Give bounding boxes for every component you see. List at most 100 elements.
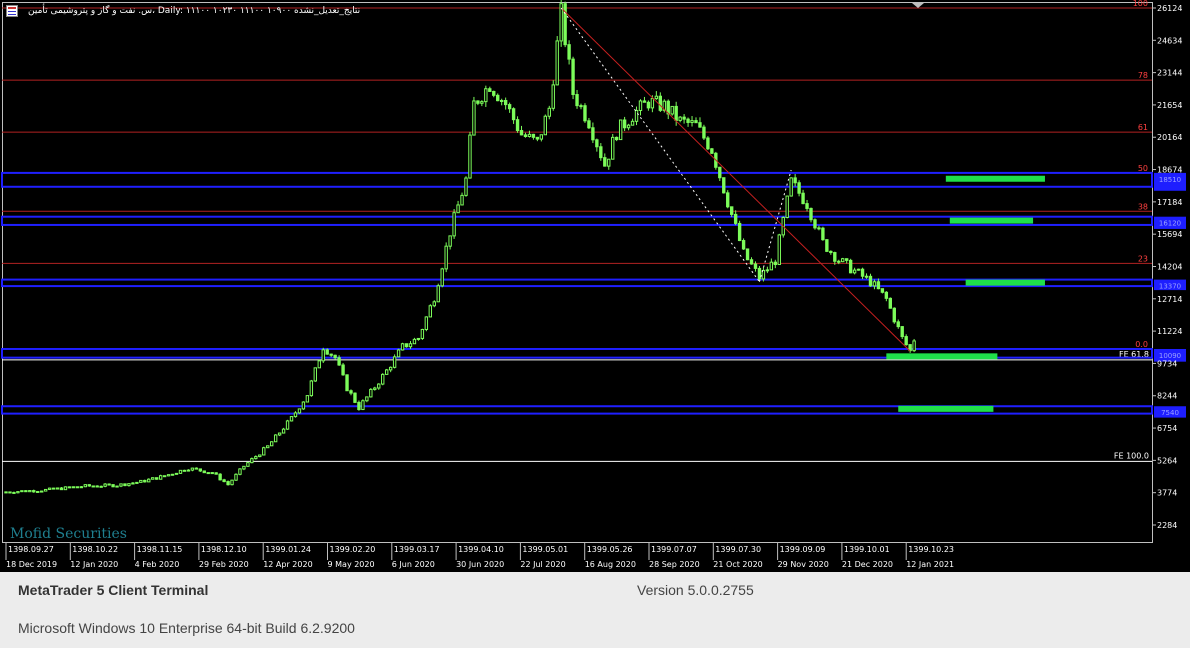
price-candle bbox=[420, 328, 425, 340]
y-axis-tick-label: 18674 bbox=[1157, 166, 1182, 175]
x-axis-shamsi-label: 1399.02.20 bbox=[330, 545, 376, 554]
price-candle bbox=[67, 486, 72, 489]
price-candle bbox=[155, 477, 159, 480]
price-candle bbox=[702, 124, 706, 140]
target-zone-bar bbox=[945, 175, 1045, 182]
y-axis-tick-label: 17184 bbox=[1157, 198, 1182, 207]
price-chart[interactable]: 100 78 61 50 38 23 0.0 FE 61.8 FE 100.0 18510 1612… bbox=[0, 0, 1190, 572]
price-candle bbox=[535, 136, 540, 142]
x-axis-date-label: 28 Sep 2020 bbox=[649, 560, 700, 569]
price-candle bbox=[658, 92, 662, 112]
price-candle bbox=[214, 472, 218, 475]
chart-window-icon[interactable] bbox=[6, 5, 18, 17]
price-candle bbox=[841, 257, 845, 263]
price-candle bbox=[456, 200, 460, 214]
zone-price-label: 7540 bbox=[1161, 409, 1179, 417]
price-candle bbox=[99, 485, 103, 488]
price-candle bbox=[726, 190, 730, 209]
trend-line bbox=[560, 7, 911, 352]
price-candle bbox=[258, 454, 262, 458]
price-candle bbox=[583, 103, 587, 123]
os-info: Microsoft Windows 10 Enterprise 64-bit B… bbox=[18, 620, 355, 636]
fib-level-label: 50 bbox=[1138, 164, 1148, 173]
price-candle bbox=[551, 80, 555, 111]
price-candle bbox=[626, 123, 631, 131]
target-zone-bar bbox=[949, 217, 1034, 224]
zone-price-label: 13370 bbox=[1159, 283, 1181, 291]
price-candle bbox=[59, 486, 64, 491]
price-candle bbox=[305, 395, 310, 403]
price-candle bbox=[559, 0, 563, 47]
price-candle bbox=[222, 478, 226, 483]
price-candle bbox=[848, 258, 853, 274]
price-candle bbox=[202, 470, 206, 474]
y-axis-tick-label: 2284 bbox=[1157, 521, 1177, 530]
price-candle bbox=[115, 485, 119, 488]
price-candle bbox=[845, 258, 849, 264]
price-candle bbox=[242, 465, 246, 471]
price-candle bbox=[158, 474, 163, 480]
x-axis-shamsi-label: 1399.05.26 bbox=[587, 545, 633, 554]
price-candle bbox=[266, 445, 270, 449]
fib-level-label: 23 bbox=[1138, 254, 1148, 263]
price-candle bbox=[678, 116, 682, 123]
x-axis-date-label: 30 Jun 2020 bbox=[456, 560, 504, 569]
price-candle bbox=[468, 131, 472, 179]
price-candle bbox=[757, 265, 762, 281]
price-candle bbox=[856, 268, 861, 271]
price-candle bbox=[123, 483, 127, 487]
price-candle bbox=[408, 341, 413, 349]
price-candle bbox=[281, 427, 286, 434]
x-axis-date-label: 16 Aug 2020 bbox=[585, 560, 636, 569]
y-axis-tick-label: 15694 bbox=[1157, 230, 1182, 239]
price-candle bbox=[71, 486, 76, 489]
price-candle bbox=[571, 56, 575, 100]
fe-level-label: FE 100.0 bbox=[1114, 451, 1149, 460]
price-candle bbox=[103, 483, 107, 488]
price-candle bbox=[908, 344, 912, 353]
price-candle bbox=[385, 368, 389, 375]
x-axis-shamsi-label: 1399.09.09 bbox=[780, 545, 826, 554]
price-candle bbox=[523, 132, 528, 138]
broker-watermark: Mofid Securities bbox=[10, 526, 127, 542]
y-axis-tick-label: 11224 bbox=[1157, 327, 1182, 336]
price-candle bbox=[694, 117, 698, 124]
price-candle bbox=[547, 105, 551, 120]
price-candle bbox=[543, 114, 547, 136]
price-candle bbox=[325, 348, 329, 355]
price-candle bbox=[749, 257, 754, 265]
price-candle bbox=[777, 233, 781, 266]
price-candle bbox=[634, 106, 639, 126]
price-candle bbox=[194, 467, 199, 470]
price-candle bbox=[321, 347, 325, 364]
price-candle bbox=[460, 192, 464, 206]
price-candle bbox=[813, 218, 817, 230]
price-candle bbox=[698, 117, 702, 128]
x-axis-date-label: 18 Dec 2019 bbox=[6, 560, 57, 569]
target-zone-bar bbox=[886, 353, 998, 360]
price-candle bbox=[381, 373, 385, 386]
price-candle bbox=[262, 446, 266, 456]
price-candle bbox=[162, 475, 167, 478]
price-candle bbox=[341, 362, 345, 376]
price-candle bbox=[301, 401, 306, 410]
y-axis-tick-label: 26124 bbox=[1157, 4, 1182, 13]
price-candle bbox=[43, 488, 48, 492]
price-candle bbox=[20, 490, 24, 493]
price-candle bbox=[745, 248, 750, 261]
x-axis-shamsi-label: 1399.10.23 bbox=[908, 545, 954, 554]
price-candle bbox=[718, 166, 722, 182]
price-candle bbox=[642, 96, 647, 103]
price-candle bbox=[147, 478, 151, 483]
x-axis-shamsi-label: 1398.12.10 bbox=[201, 545, 247, 554]
chart-canvas[interactable]: 10078615038230.0FE 61.8FE 100.0185101612… bbox=[0, 0, 1190, 572]
price-candle bbox=[690, 116, 694, 127]
x-axis-shamsi-label: 1399.10.01 bbox=[844, 545, 890, 554]
x-axis-shamsi-label: 1398.10.22 bbox=[72, 545, 118, 554]
price-candle bbox=[365, 396, 369, 403]
price-candle bbox=[63, 486, 68, 491]
price-candle bbox=[170, 473, 175, 476]
price-candle bbox=[797, 180, 801, 197]
price-candle bbox=[904, 334, 908, 346]
x-axis-date-label: 22 Jul 2020 bbox=[520, 560, 565, 569]
